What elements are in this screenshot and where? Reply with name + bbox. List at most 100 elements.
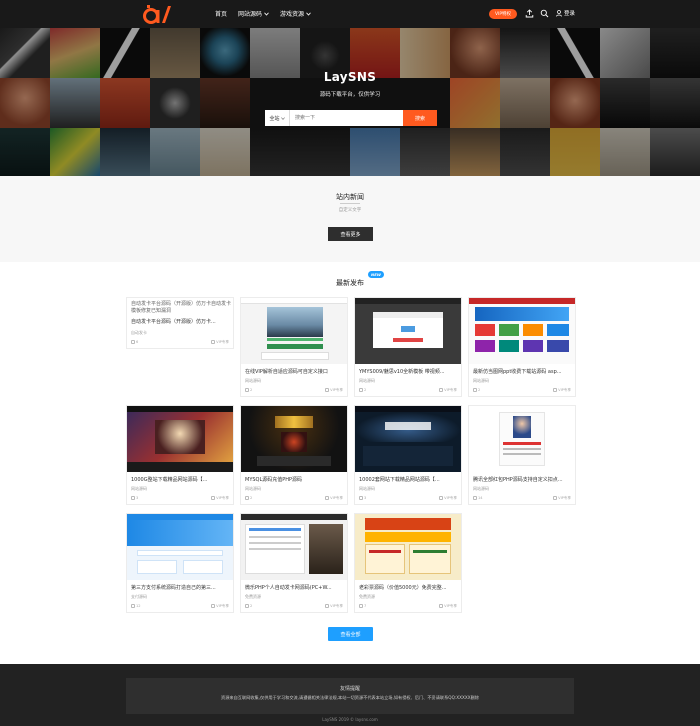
- search-scope-select[interactable]: 全站: [265, 110, 290, 126]
- card-thumbnail[interactable]: [355, 514, 461, 580]
- view-count: 2: [250, 604, 253, 608]
- news-title: 站内新闻: [336, 193, 364, 201]
- card-title[interactable]: 最新仿当图网ppt收费下载站源码 asp...: [473, 368, 573, 375]
- hero-subtitle: 源码下载平台，仅供学习: [319, 92, 381, 98]
- vip-tag: VIP专享: [444, 387, 457, 392]
- eye-icon: [131, 496, 135, 500]
- notice-box: 友情提醒 资源来自互联网收集,仅供用于学习和交流,请遵循相关法律法规,本站一切资…: [126, 678, 574, 714]
- vip-tag: VIP专享: [330, 495, 343, 500]
- download-icon: [211, 603, 216, 608]
- resource-card[interactable]: MYSQL源码充值PHP源码 网站源码 2 VIP专享: [240, 405, 348, 505]
- news-subtitle: 自定义文字: [338, 208, 362, 213]
- card-title[interactable]: 1000G整站下载精品网站源码【...: [131, 476, 231, 483]
- nav-item-site-source[interactable]: 网站源码: [238, 9, 269, 18]
- card-category[interactable]: 网站源码: [473, 486, 489, 492]
- view-count: 3: [136, 496, 139, 500]
- card-thumbnail[interactable]: [241, 514, 347, 580]
- card-title[interactable]: 微乐PHP个人自动发卡网源码(PC+W...: [245, 584, 345, 591]
- card-thumbnail[interactable]: [355, 406, 461, 472]
- card-category[interactable]: 网站源码: [245, 378, 261, 384]
- view-count: 2: [478, 388, 481, 392]
- nav-item-label: 游戏资源: [280, 11, 305, 18]
- copyright: LaySNS 2019 © laysns.com: [322, 717, 378, 722]
- eye-icon: [359, 388, 363, 392]
- card-thumbnail[interactable]: [127, 514, 233, 580]
- resource-card[interactable]: 10002套网站下载精品网站源码【... 网站源码 3 VIP专享: [354, 405, 462, 505]
- card-title[interactable]: 自动发卡平台源码（开源版）仿万卡...: [131, 318, 231, 325]
- view-count: 6: [136, 340, 139, 344]
- download-icon: [325, 387, 330, 392]
- view-count: 2: [250, 496, 253, 500]
- resource-card[interactable]: 自动发卡平台源码（开源版）仿万卡自动发卡模板修复已知漏洞 自动发卡平台源码（开源…: [126, 297, 234, 349]
- card-footer: 2 VIP专享: [359, 387, 457, 393]
- chevron-down-icon: [264, 12, 269, 16]
- view-more-button[interactable]: 查看更多: [328, 227, 373, 241]
- card-title[interactable]: 第三方支付系统源码打造自己的第三...: [131, 584, 231, 591]
- resource-card[interactable]: YMYS009/魅思v10全新模板 带视频... 网站源码 2 VIP专享: [354, 297, 462, 397]
- latest-section: 最新发布 NEW 自动发卡平台源码（开源版）仿万卡自动发卡模板修复已知漏洞 自动…: [0, 262, 700, 664]
- search-input[interactable]: [290, 110, 403, 126]
- card-category[interactable]: 网站源码: [359, 378, 375, 384]
- search-button[interactable]: 搜索: [403, 110, 437, 126]
- nav-item-home[interactable]: 首页: [215, 9, 227, 18]
- card-category[interactable]: 支付源码: [131, 594, 147, 600]
- user-icon: [556, 9, 562, 17]
- card-footer: 2 VIP专享: [473, 387, 571, 393]
- card-category[interactable]: 网站源码: [359, 486, 375, 492]
- search-icon[interactable]: [540, 9, 549, 18]
- card-footer: 2 VIP专享: [245, 387, 343, 393]
- login-link[interactable]: 登录: [556, 9, 575, 17]
- download-icon: [553, 387, 558, 392]
- upload-icon[interactable]: [525, 9, 534, 18]
- card-category[interactable]: 网站源码: [131, 486, 147, 492]
- card-category[interactable]: 自动发卡: [131, 330, 147, 336]
- card-footer: 14 VIP专享: [473, 495, 571, 501]
- card-title[interactable]: YMYS009/魅思v10全新模板 带视频...: [359, 368, 459, 375]
- vip-button[interactable]: VIP特权: [489, 9, 517, 19]
- nav-item-game-resources[interactable]: 游戏资源: [280, 9, 311, 18]
- eye-icon: [245, 604, 249, 608]
- card-title[interactable]: MYSQL源码充值PHP源码: [245, 476, 345, 483]
- nav-item-label: 首页: [215, 11, 228, 18]
- card-title[interactable]: 在线VIP解析自适应源码可自定义接口: [245, 368, 345, 375]
- card-title[interactable]: 10002套网站下载精品网站源码【...: [359, 476, 459, 483]
- card-title[interactable]: 腾讯全部红包PHP源码支持自定义扣点...: [473, 476, 573, 483]
- resource-card[interactable]: 在线VIP解析自适应源码可自定义接口 网站源码 2 VIP专享: [240, 297, 348, 397]
- site-footer: 友情提醒 资源来自互联网收集,仅供用于学习和交流,请遵循相关法律法规,本站一切资…: [0, 664, 700, 726]
- card-category[interactable]: 网站源码: [245, 486, 261, 492]
- eye-icon: [359, 496, 363, 500]
- card-footer: 2 VIP专享: [245, 495, 343, 501]
- card-thumbnail[interactable]: [127, 406, 233, 472]
- vip-tag: VIP专享: [216, 603, 229, 608]
- card-category[interactable]: 网站源码: [473, 378, 489, 384]
- search-bar: 全站 搜索: [265, 110, 437, 126]
- view-all-button[interactable]: 查看全部: [328, 627, 373, 641]
- eye-icon: [359, 604, 363, 608]
- card-thumbnail[interactable]: [241, 298, 347, 364]
- card-category[interactable]: 免费资源: [245, 594, 261, 600]
- view-count: 14: [478, 496, 483, 500]
- card-category[interactable]: 免费资源: [359, 594, 375, 600]
- card-thumbnail[interactable]: [469, 406, 575, 472]
- resource-card[interactable]: 老彩票源码（价值5000元）免费完整... 免费资源 7 VIP专享: [354, 513, 462, 613]
- vip-tag: VIP专享: [558, 495, 571, 500]
- card-title[interactable]: 老彩票源码（价值5000元）免费完整...: [359, 584, 459, 591]
- eye-icon: [245, 388, 249, 392]
- card-thumbnail[interactable]: [241, 406, 347, 472]
- download-icon: [439, 603, 444, 608]
- news-section: 站内新闻 自定义文字 查看更多: [0, 176, 700, 262]
- resource-card[interactable]: 腾讯全部红包PHP源码支持自定义扣点... 网站源码 14 VIP专享: [468, 405, 576, 505]
- view-count: 7: [364, 604, 367, 608]
- latest-title: 最新发布: [336, 279, 364, 287]
- card-footer: 7 VIP专享: [359, 603, 457, 609]
- main-nav: 首页 网站源码 游戏资源: [215, 9, 311, 18]
- resource-card[interactable]: 微乐PHP个人自动发卡网源码(PC+W... 免费资源 2 VIP专享: [240, 513, 348, 613]
- resource-card[interactable]: 1000G整站下载精品网站源码【... 网站源码 3 VIP专享: [126, 405, 234, 505]
- card-thumbnail[interactable]: [355, 298, 461, 364]
- resource-card[interactable]: 第三方支付系统源码打造自己的第三... 支付源码 12 VIP专享: [126, 513, 234, 613]
- card-footer: 3 VIP专享: [359, 495, 457, 501]
- site-logo[interactable]: [142, 3, 176, 25]
- resource-card[interactable]: 最新仿当图网ppt收费下载站源码 asp... 网站源码 2 VIP专享: [468, 297, 576, 397]
- card-thumbnail[interactable]: [469, 298, 575, 364]
- view-count: 12: [136, 604, 141, 608]
